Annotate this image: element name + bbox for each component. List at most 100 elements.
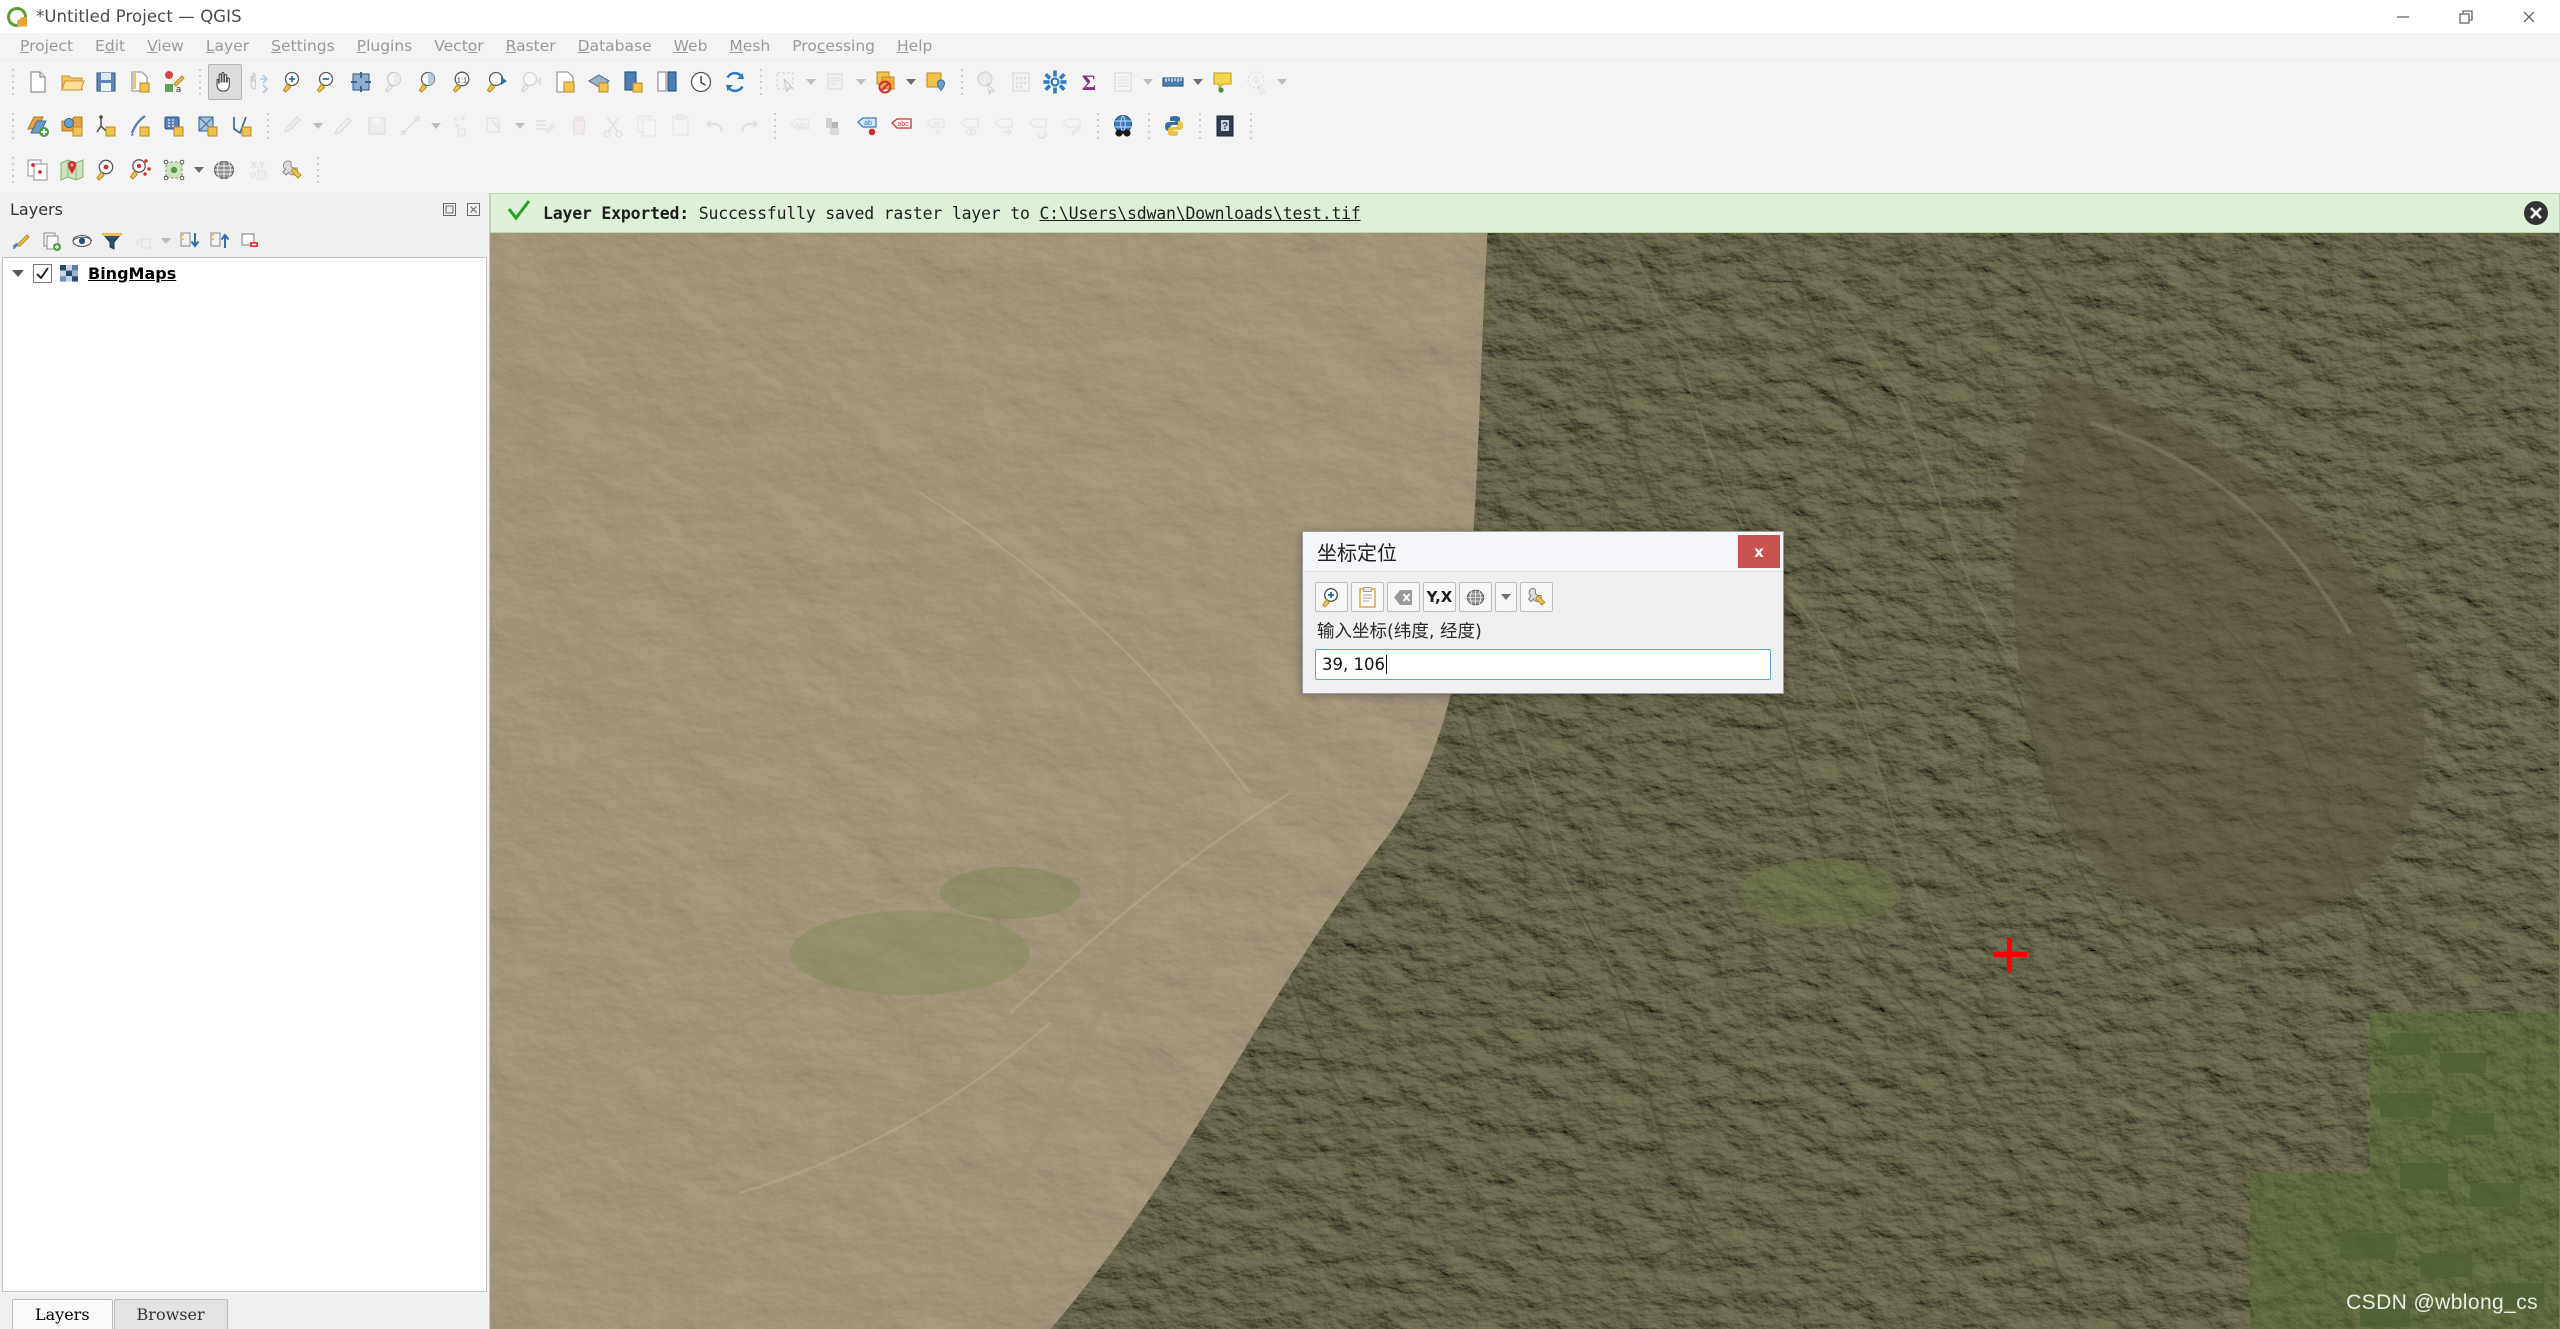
deselect-features-dropdown-arrow-icon[interactable] [903, 64, 919, 100]
current-edits-dropdown-arrow-icon[interactable] [310, 108, 326, 144]
data-source-manager-icon[interactable] [21, 108, 55, 144]
expand-all-icon[interactable] [176, 227, 204, 255]
help-contents-icon[interactable]: ? [1208, 108, 1242, 144]
minimize-icon[interactable] [2371, 0, 2434, 33]
multi-edit-icon[interactable] [528, 108, 562, 144]
toolbar-handle[interactable] [8, 112, 17, 140]
expression-filter-dropdown-arrow-icon[interactable] [158, 223, 174, 259]
change-label-icon[interactable] [1055, 108, 1089, 144]
field-calculator-icon[interactable] [1004, 64, 1038, 100]
modify-attributes-icon[interactable] [478, 108, 512, 144]
paste-clipboard-icon[interactable] [1351, 582, 1384, 612]
add-spatialite-icon[interactable] [191, 108, 225, 144]
close-panel-icon[interactable] [463, 199, 483, 219]
menu-web[interactable]: Web [663, 35, 719, 58]
show-hide-labels-icon[interactable] [953, 108, 987, 144]
layer-visibility-checkbox[interactable] [33, 263, 52, 283]
add-feature-dropdown-arrow-icon[interactable] [428, 108, 444, 144]
toolbar-handle[interactable] [1144, 112, 1153, 140]
delete-selected-icon[interactable] [562, 108, 596, 144]
measure-line-icon[interactable] [1156, 64, 1190, 100]
attribute-table-icon[interactable] [1106, 64, 1140, 100]
undock-panel-icon[interactable] [439, 199, 459, 219]
xy-conversion-icon[interactable]: X,Y [241, 152, 275, 188]
zoom-full-icon[interactable] [344, 64, 378, 100]
annotation-dropdown-arrow-icon[interactable] [1274, 64, 1290, 100]
toolbar-handle[interactable] [1195, 112, 1204, 140]
menu-plugins[interactable]: Plugins [346, 35, 424, 58]
redo-icon[interactable] [732, 108, 766, 144]
zoom-to-coordinate-icon[interactable] [89, 152, 123, 188]
close-icon[interactable] [2497, 0, 2560, 33]
label-toolbar-icon[interactable]: abc [783, 108, 817, 144]
measure-dropdown-arrow-icon[interactable] [1190, 64, 1206, 100]
save-project-icon[interactable] [89, 64, 123, 100]
menu-view[interactable]: View [136, 35, 195, 58]
zoom-next-icon[interactable] [514, 64, 548, 100]
deselect-features-icon[interactable] [869, 64, 903, 100]
current-edits-icon[interactable] [276, 108, 310, 144]
vertex-tool-icon[interactable] [444, 108, 478, 144]
select-features-icon[interactable] [769, 64, 803, 100]
rotate-label-icon[interactable] [1021, 108, 1055, 144]
menu-database[interactable]: Database [567, 35, 663, 58]
open-project-icon[interactable] [55, 64, 89, 100]
yx-order-icon[interactable]: Y,X [1423, 582, 1456, 612]
menu-edit[interactable]: Edit [84, 35, 136, 58]
menu-mesh[interactable]: Mesh [718, 35, 781, 58]
coordinate-locator-dialog[interactable]: 坐标定位 x Y,X 输入坐标(纬度, 经度) 39, 106 [1302, 531, 1784, 694]
zoom-out-icon[interactable] [310, 64, 344, 100]
add-group-icon[interactable] [38, 227, 66, 255]
new-map-view-icon[interactable] [548, 64, 582, 100]
annotation-icon[interactable] [1240, 64, 1274, 100]
select-by-location-icon[interactable] [919, 64, 953, 100]
crs-globe-icon[interactable] [207, 152, 241, 188]
layer-tree[interactable]: BingMaps [2, 257, 487, 1292]
map-pin-icon[interactable] [55, 152, 89, 188]
copy-coordinate-icon[interactable] [21, 152, 55, 188]
pan-to-selection-icon[interactable] [242, 64, 276, 100]
tab-browser[interactable]: Browser [113, 1299, 228, 1329]
map-canvas-area[interactable]: Layer Exported: Successfully saved raste… [490, 193, 2560, 1329]
zoom-in-icon[interactable] [276, 64, 310, 100]
message-bar-close-icon[interactable] [2519, 196, 2553, 230]
new-project-icon[interactable] [21, 64, 55, 100]
toolbar-handle[interactable] [8, 68, 17, 96]
menu-help[interactable]: Help [886, 35, 943, 58]
menu-settings[interactable]: Settings [260, 35, 346, 58]
pin-labels-icon[interactable]: ab [919, 108, 953, 144]
paste-features-icon[interactable] [664, 108, 698, 144]
toolbar-handle[interactable] [957, 68, 966, 96]
copy-features-icon[interactable] [630, 108, 664, 144]
statistical-summary-icon[interactable]: Σ [1072, 64, 1106, 100]
expand-collapse-icon[interactable] [12, 269, 24, 277]
external-map-icon[interactable] [157, 152, 191, 188]
zoom-to-selection-icon[interactable] [378, 64, 412, 100]
temporal-controller-icon[interactable] [684, 64, 718, 100]
map-canvas[interactable] [490, 193, 2560, 1329]
toggle-unplaced-labels-icon[interactable]: abc [885, 108, 919, 144]
map-tips-icon[interactable] [1206, 64, 1240, 100]
zoom-to-coordinate-icon[interactable] [1315, 582, 1348, 612]
coordinate-input[interactable]: 39, 106 [1315, 649, 1771, 680]
menu-project[interactable]: Project [9, 35, 84, 58]
zoom-to-layer-icon[interactable] [412, 64, 446, 100]
collapse-all-icon[interactable] [206, 227, 234, 255]
external-map-dropdown-arrow-icon[interactable] [191, 152, 207, 188]
new-print-layout-icon[interactable] [616, 64, 650, 100]
toolbar-handle[interactable] [770, 112, 779, 140]
undo-icon[interactable] [698, 108, 732, 144]
expression-filter-icon[interactable]: ε [128, 227, 156, 255]
menu-layer[interactable]: Layer [195, 35, 260, 58]
toolbar-handle[interactable] [1093, 112, 1102, 140]
layer-name-label[interactable]: BingMaps [88, 264, 176, 283]
add-raster-layer-icon[interactable] [89, 108, 123, 144]
lat-lon-settings-icon[interactable] [275, 152, 309, 188]
toolbar-handle[interactable] [263, 112, 272, 140]
layer-tree-item[interactable]: BingMaps [3, 258, 486, 288]
metasearch-icon[interactable] [1106, 108, 1140, 144]
refresh-icon[interactable] [718, 64, 752, 100]
pan-map-icon[interactable] [208, 64, 242, 100]
save-project-as-icon[interactable] [123, 64, 157, 100]
zoom-last-icon[interactable] [480, 64, 514, 100]
